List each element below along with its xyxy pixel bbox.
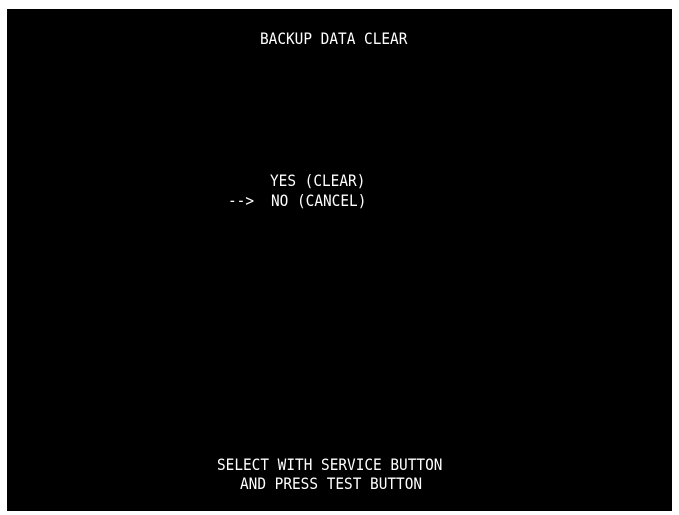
- option-yes-clear[interactable]: YES (CLEAR): [270, 172, 365, 190]
- option-no-cancel[interactable]: NO (CANCEL): [271, 192, 366, 210]
- service-menu-screen: BACKUP DATA CLEAR YES (CLEAR) --> NO (CA…: [7, 9, 672, 511]
- instruction-line-1: SELECT WITH SERVICE BUTTON: [217, 455, 443, 474]
- instruction-line-2: AND PRESS TEST BUTTON: [240, 474, 423, 493]
- menu-title: BACKUP DATA CLEAR: [260, 29, 408, 48]
- selection-cursor: -->: [228, 191, 255, 210]
